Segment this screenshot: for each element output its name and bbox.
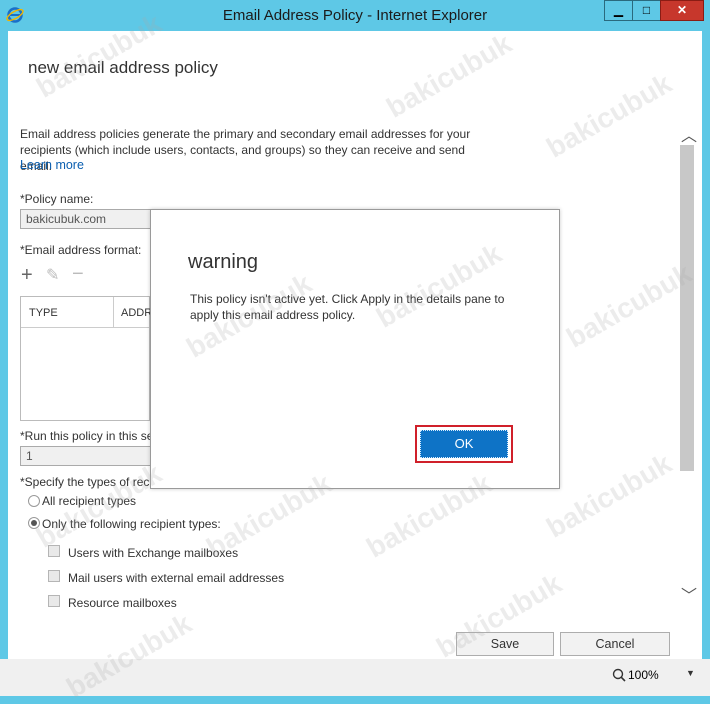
- policy-description: Email address policies generate the prim…: [20, 127, 471, 173]
- remove-icon[interactable]: −: [72, 264, 84, 284]
- radio-only-following[interactable]: [28, 517, 40, 529]
- column-divider: [113, 297, 114, 327]
- maximize-button[interactable]: □: [632, 0, 660, 21]
- checkbox-exchange-label: Users with Exchange mailboxes: [68, 546, 239, 560]
- status-bar: [0, 659, 710, 696]
- dialog-message: This policy isn't active yet. Click Appl…: [190, 292, 505, 322]
- checkbox-resource-label: Resource mailboxes: [68, 596, 177, 610]
- checkbox-mail-users-label: Mail users with external email addresses: [68, 571, 285, 585]
- policy-name-label: *Policy name:: [20, 192, 94, 206]
- checkbox-resource-mailboxes[interactable]: [48, 595, 60, 607]
- learn-more-link[interactable]: Learn more: [20, 158, 84, 172]
- checkbox-mail-users[interactable]: [48, 570, 60, 582]
- save-button[interactable]: Save: [456, 632, 554, 656]
- zoom-dropdown-icon[interactable]: ▼: [686, 668, 695, 678]
- checkbox-exchange-mailboxes[interactable]: [48, 545, 60, 557]
- minimize-button[interactable]: ▁: [604, 0, 632, 21]
- radio-all-label: All recipient types: [42, 494, 137, 508]
- radio-all-recipients[interactable]: [28, 495, 40, 507]
- column-address[interactable]: ADDR: [121, 307, 152, 319]
- ok-button[interactable]: OK: [420, 430, 508, 458]
- scroll-up-icon[interactable]: ︿: [681, 122, 697, 146]
- dialog-title: warning: [188, 251, 259, 273]
- policy-name-input[interactable]: bakicubuk.com: [20, 209, 152, 229]
- zoom-level[interactable]: 100%: [628, 668, 659, 682]
- add-icon[interactable]: +: [21, 265, 33, 285]
- zoom-icon: [612, 668, 626, 682]
- cancel-button[interactable]: Cancel: [560, 632, 670, 656]
- warning-dialog: warning This policy isn't active yet. Cl…: [150, 209, 560, 489]
- scroll-down-icon[interactable]: ﹀: [681, 582, 697, 606]
- close-button[interactable]: ✕: [660, 0, 704, 21]
- column-type[interactable]: TYPE: [29, 307, 58, 319]
- email-format-table: TYPE ADDR: [20, 296, 152, 421]
- table-header: TYPE ADDR: [21, 297, 152, 328]
- run-policy-label: *Run this policy in this se: [20, 429, 154, 443]
- recipient-types-label: *Specify the types of rec: [20, 475, 150, 489]
- edit-icon[interactable]: ✎: [46, 266, 59, 286]
- run-policy-input[interactable]: 1: [20, 446, 152, 466]
- radio-only-label: Only the following recipient types:: [42, 517, 221, 531]
- email-format-label: *Email address format:: [20, 243, 142, 257]
- page-title: new email address policy: [28, 58, 218, 77]
- scrollbar-thumb[interactable]: [680, 145, 694, 471]
